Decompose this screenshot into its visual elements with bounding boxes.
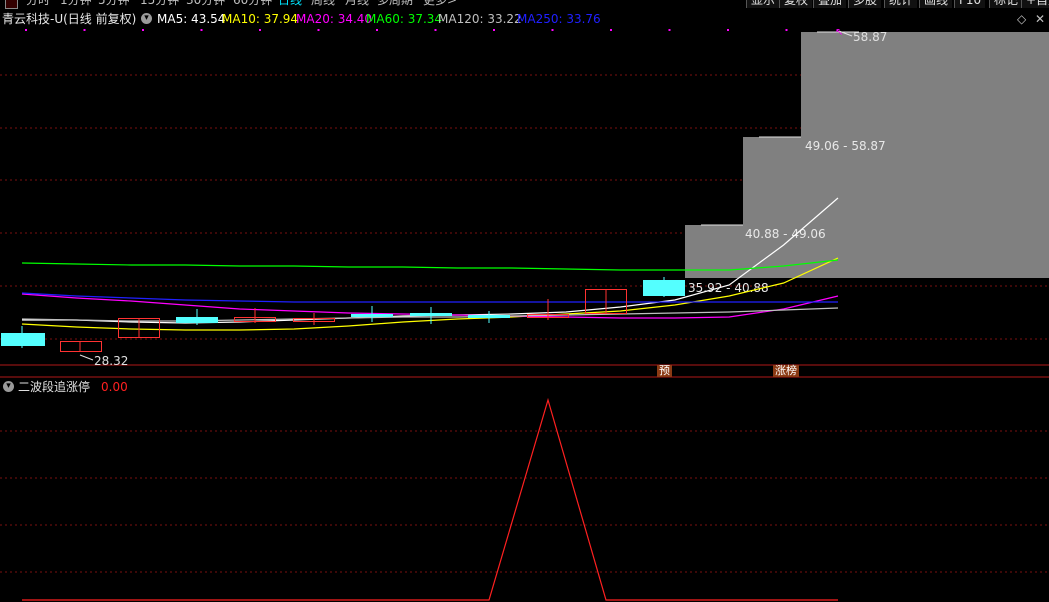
toolbar-button-3[interactable]: 多股 — [848, 0, 882, 8]
forecast-box-1 — [743, 137, 1049, 225]
chevron-down-icon[interactable]: ▾ — [141, 13, 152, 24]
period-tab-7[interactable]: 周线 — [311, 0, 335, 7]
top-marker-dot — [493, 29, 495, 31]
forecast-box-0 — [685, 225, 1049, 278]
toolbar-button-4[interactable]: 统计 — [884, 0, 918, 8]
candle-body-7 — [410, 313, 452, 316]
ma-legend-4: MA120: 33.22 — [438, 12, 522, 26]
candle-body-8 — [468, 315, 510, 318]
high-marker-icon: ↖ — [835, 27, 843, 38]
forecast-label-2: 49.06 - 58.87 — [805, 139, 886, 153]
indicator-name[interactable]: 二波段追涨停 — [18, 379, 90, 395]
toolbar-button-0[interactable]: 显示 — [746, 0, 780, 8]
period-tab-3[interactable]: 15分钟 — [140, 0, 179, 7]
chevron-down-icon[interactable]: ▾ — [3, 381, 14, 392]
indicator-value: 0.00 — [101, 380, 128, 394]
low-price-arrow — [79, 354, 94, 361]
stock-title[interactable]: 青云科技-U(日线 前复权) — [2, 11, 136, 27]
period-tab-10[interactable]: 更多> — [423, 0, 457, 7]
window-icon[interactable] — [5, 0, 18, 9]
top-marker-dot — [376, 29, 378, 31]
period-tab-9[interactable]: 多周期 — [377, 0, 413, 7]
period-tab-2[interactable]: 5分钟 — [98, 0, 130, 7]
candle-body-6 — [351, 314, 393, 317]
period-tab-0[interactable]: 分时 — [26, 0, 50, 7]
ma-legend-3: MA60: 37.34 — [366, 12, 443, 26]
close-icon[interactable]: ✕ — [1035, 11, 1045, 27]
pre-tag: 预 — [657, 364, 672, 377]
top-marker-dot — [551, 29, 554, 31]
candle-body-11 — [643, 280, 685, 296]
diamond-icon[interactable]: ◇ — [1017, 11, 1026, 27]
period-tab-5[interactable]: 60分钟 — [233, 0, 272, 7]
indicator-line — [22, 397, 838, 601]
top-marker-dot — [785, 29, 788, 31]
high-price-label: 58.87 — [853, 30, 887, 44]
chart-info-bar: 青云科技-U(日线 前复权) ▾ MA5: 43.54 MA10: 37.94 MA… — [0, 11, 1049, 27]
top-marker-dot — [317, 29, 320, 31]
forecast-boxes: 35.92 - 40.8840.88 - 49.0649.06 - 58.87 — [685, 31, 1049, 295]
period-toolbar: 分时 1分钟 5分钟 15分钟 30分钟 60分钟 日线 周线 月线 多周期 更多> 显示 复权 叠加 多股… — [0, 0, 1049, 9]
top-marker-dot — [610, 29, 612, 31]
top-marker-dot — [668, 29, 671, 31]
top-marker-dot — [259, 29, 261, 31]
period-tab-8[interactable]: 月线 — [345, 0, 369, 7]
kline-chart[interactable]: 35.92 - 40.8840.88 - 49.0649.06 - 58.87 … — [0, 0, 1049, 602]
top-marker-dot — [83, 29, 86, 31]
ma-legend-5: MA250: 33.76 — [517, 12, 601, 26]
forecast-label-1: 40.88 - 49.06 — [745, 227, 826, 241]
top-marker-dot — [434, 29, 437, 31]
forecast-box-2 — [801, 32, 1049, 137]
toolbar-button-1[interactable]: 复权 — [779, 0, 813, 8]
top-marker-dot — [727, 29, 729, 31]
low-price-label: 28.32 — [94, 354, 128, 368]
toolbar-button-8[interactable]: +自选 — [1021, 0, 1049, 8]
candle-body-0 — [1, 333, 45, 346]
top-marker-dot — [25, 29, 27, 31]
toolbar-button-7[interactable]: 标记 — [989, 0, 1023, 8]
top-marker-dot — [142, 29, 144, 31]
ma-legend-0: MA5: 43.54 — [157, 12, 226, 26]
top-marker-dot — [200, 29, 203, 31]
ma-legend-2: MA20: 34.40 — [296, 12, 373, 26]
ma-legend-1: MA10: 37.94 — [222, 12, 299, 26]
indicator-panel — [22, 397, 838, 601]
period-tab-6[interactable]: 日线 — [278, 0, 302, 7]
toolbar-button-6[interactable]: F10 — [954, 0, 986, 8]
candle-body-1 — [60, 341, 102, 352]
period-tab-1[interactable]: 1分钟 — [60, 0, 92, 7]
toolbar-button-2[interactable]: 叠加 — [813, 0, 847, 8]
period-tab-4[interactable]: 30分钟 — [186, 0, 225, 7]
toolbar-button-5[interactable]: 画线 — [919, 0, 953, 8]
limit-up-tag: 涨榜 — [773, 364, 799, 377]
candle-body-3 — [176, 317, 218, 323]
